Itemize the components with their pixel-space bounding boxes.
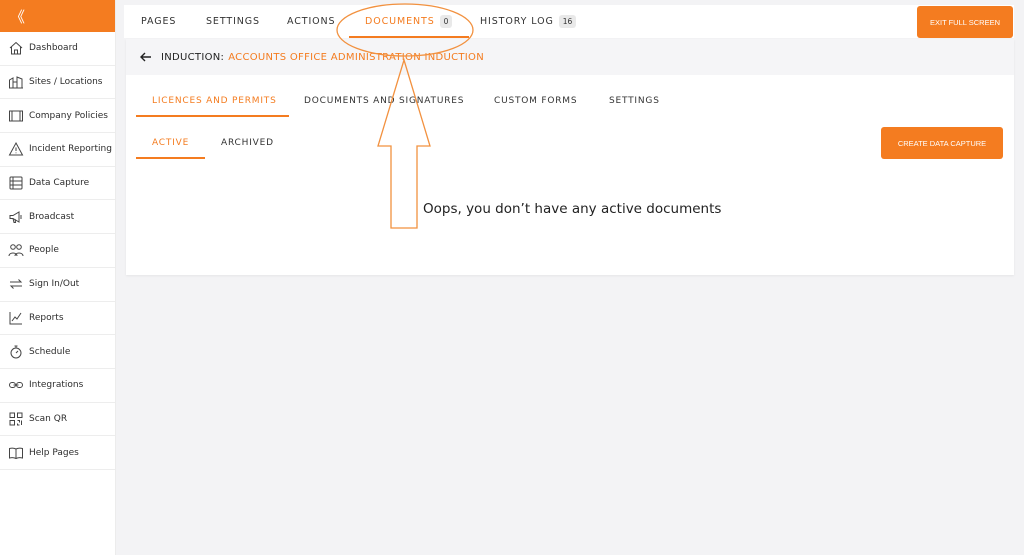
sidebar-item-integrations[interactable]: Integrations [0,369,115,403]
active-status-indicator [136,157,205,159]
sidebar-item-label: Data Capture [29,178,90,189]
active-section-indicator [136,115,289,117]
sidebar-item-label: Integrations [29,380,84,391]
empty-state-message: Oops, you don’t have any active document… [423,201,722,217]
sidebar-item-broadcast[interactable]: Broadcast [0,200,115,235]
open-book-icon [9,447,23,459]
sidebar-item-label: Help Pages [29,447,79,458]
collapse-chevrons-icon: 《 [10,7,26,26]
tab-section-settings[interactable]: SETTINGS [609,96,660,106]
sidebar-item-help-pages[interactable]: Help Pages [0,436,115,470]
sidebar-item-label: Scan QR [29,413,68,424]
sidebar-item-people[interactable]: People [0,234,115,268]
sidebar-nav: Dashboard Sites / Locations Company Poli… [0,32,115,470]
breadcrumb: INDUCTION: ACCOUNTS OFFICE ADMINISTRATIO… [126,39,1014,75]
warning-triangle-icon [8,142,24,156]
sidebar-item-label: Schedule [29,346,71,357]
tab-label: DOCUMENTS [365,16,435,27]
active-tab-indicator [349,36,469,38]
sidebar-item-sign-in-out[interactable]: Sign In/Out [0,268,115,302]
tab-active[interactable]: ACTIVE [152,138,189,148]
sidebar-item-label: People [29,245,59,256]
sidebar-item-reports[interactable]: Reports [0,302,115,336]
tab-archived[interactable]: ARCHIVED [221,138,274,148]
tab-label: HISTORY LOG [480,16,554,27]
home-icon [9,42,23,55]
sidebar-item-schedule[interactable]: Schedule [0,335,115,369]
sidebar-item-incident-reporting[interactable]: Incident Reporting [0,133,115,167]
sidebar-item-sites-locations[interactable]: Sites / Locations [0,66,115,100]
megaphone-icon [9,210,22,223]
exit-full-screen-button[interactable]: EXIT FULL SCREEN [917,6,1013,38]
tab-history-log[interactable]: HISTORY LOG 16 [480,5,577,38]
tab-label: PAGES [141,16,177,27]
tab-documents[interactable]: DOCUMENTS 0 [365,5,453,38]
tab-settings[interactable]: SETTINGS [206,5,260,38]
sidebar-item-label: Sign In/Out [29,279,80,290]
breadcrumb-induction-link[interactable]: ACCOUNTS OFFICE ADMINISTRATION INDUCTION [228,52,484,63]
sidebar-item-label: Sites / Locations [29,77,103,88]
sidebar-collapse-button[interactable]: 《 [0,0,115,32]
data-capture-icon [9,176,23,190]
sidebar-item-label: Incident Reporting [29,144,112,155]
sidebar-item-scan-qr[interactable]: Scan QR [0,403,115,437]
sidebar: 《 Dashboard Sites / Locations Company Po… [0,0,116,555]
tab-label: SETTINGS [206,16,260,27]
people-icon [8,244,24,257]
tab-pages[interactable]: PAGES [141,5,176,38]
back-arrow-icon[interactable] [139,50,153,64]
tab-custom-forms[interactable]: CUSTOM FORMS [494,96,577,106]
top-tab-bar: PAGES SETTINGS ACTIONS DOCUMENTS 0 HISTO… [124,5,1014,38]
documents-panel: INDUCTION: ACCOUNTS OFFICE ADMINISTRATIO… [126,39,1014,275]
tab-actions[interactable]: ACTIONS [287,5,335,38]
stopwatch-icon [10,345,22,359]
sidebar-item-data-capture[interactable]: Data Capture [0,167,115,201]
count-badge: 16 [558,15,577,28]
sidebar-item-label: Company Policies [29,110,108,121]
sidebar-item-label: Broadcast [29,211,75,222]
sidebar-item-label: Reports [29,312,64,323]
tab-documents-and-signatures[interactable]: DOCUMENTS AND SIGNATURES [304,96,464,106]
count-badge: 0 [439,15,453,28]
qr-code-icon [9,412,23,426]
link-icon [9,382,23,389]
sidebar-item-company-policies[interactable]: Company Policies [0,99,115,134]
breadcrumb-label: INDUCTION: [161,51,225,63]
swap-arrows-icon [9,279,23,290]
create-data-capture-button[interactable]: CREATE DATA CAPTURE [881,127,1003,159]
sidebar-item-label: Dashboard [29,43,78,54]
tab-label: ACTIONS [287,16,336,27]
policy-book-icon [9,110,23,122]
sidebar-item-dashboard[interactable]: Dashboard [0,32,115,66]
buildings-icon [9,76,23,89]
line-chart-icon [9,311,22,325]
tab-licences-and-permits[interactable]: LICENCES AND PERMITS [152,96,277,106]
